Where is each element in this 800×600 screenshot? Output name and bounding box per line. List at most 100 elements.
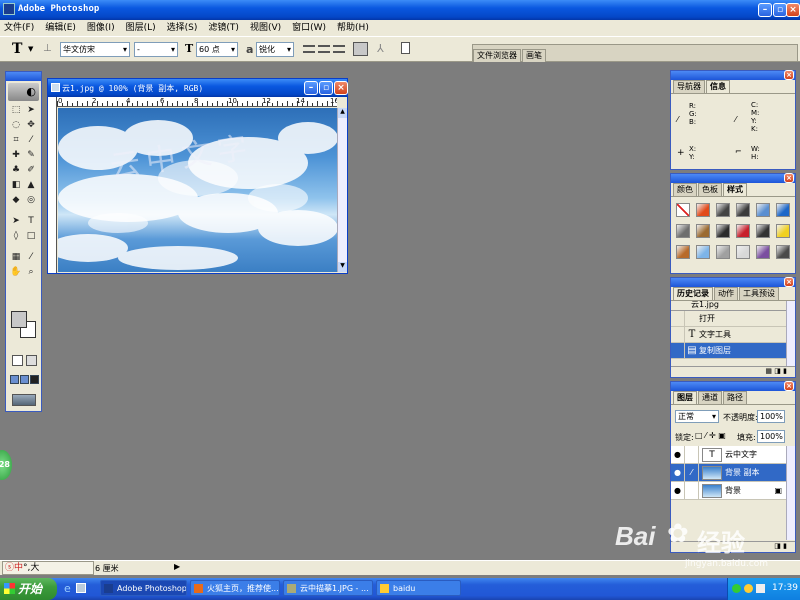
font-size-select[interactable]: 60 点 ▾ xyxy=(196,42,238,57)
ime-toolbar[interactable]: ⓢ中°,大 xyxy=(2,561,94,575)
tray-icon[interactable] xyxy=(732,584,741,593)
style-swatch[interactable] xyxy=(776,224,790,238)
palette-close-button[interactable]: × xyxy=(784,277,794,287)
font-style-select[interactable]: - ▾ xyxy=(134,42,178,57)
style-swatch[interactable] xyxy=(716,224,730,238)
jump-to-imageready-icon[interactable] xyxy=(12,394,36,406)
palette-tab[interactable]: 样式 xyxy=(723,183,747,196)
taskbar-button[interactable]: Adobe Photoshop xyxy=(100,580,187,596)
opacity-input[interactable]: 100% xyxy=(757,410,785,423)
canvas-image[interactable]: 云中文字 xyxy=(58,108,337,272)
tray-icon[interactable] xyxy=(756,584,765,593)
quickmask-mode-icon[interactable] xyxy=(26,355,37,366)
adobe-logo-icon[interactable]: ◐ xyxy=(8,83,39,101)
start-button[interactable]: 开始 xyxy=(0,578,57,600)
tool-button[interactable]: ➤ xyxy=(24,103,38,117)
screen-mode-2-icon[interactable] xyxy=(20,375,29,384)
status-arrow-icon[interactable]: ▶ xyxy=(174,562,180,571)
tool-button[interactable]: ✥ xyxy=(24,118,38,132)
palette-tab[interactable]: 图层 xyxy=(673,391,697,404)
palette-well-tab[interactable]: 画笔 xyxy=(522,49,546,62)
tool-button[interactable]: ⌕ xyxy=(24,265,38,279)
eye-icon[interactable]: ● xyxy=(671,464,685,481)
taskbar-button[interactable]: 云中描摹1.JPG - ... xyxy=(283,580,373,596)
maximize-button[interactable]: ▫ xyxy=(773,3,787,17)
menu-item-3[interactable]: 图层(L) xyxy=(126,23,156,33)
standard-mode-icon[interactable] xyxy=(12,355,23,366)
palette-close-button[interactable]: × xyxy=(784,70,794,80)
palette-tab[interactable]: 历史记录 xyxy=(673,287,713,300)
doc-maximize-button[interactable]: ▫ xyxy=(319,81,333,95)
tool-button[interactable]: ✐ xyxy=(24,163,38,177)
palette-close-button[interactable]: × xyxy=(784,173,794,183)
style-swatch[interactable] xyxy=(756,224,770,238)
brush-icon[interactable]: ⁄ xyxy=(685,464,699,481)
tool-button[interactable]: ⁄ xyxy=(24,133,38,147)
quicklaunch-desktop-icon[interactable] xyxy=(76,583,86,593)
minimize-button[interactable]: – xyxy=(758,3,772,17)
tool-button[interactable]: ▲ xyxy=(24,178,38,192)
tool-button[interactable]: □ xyxy=(24,229,38,243)
tool-button[interactable]: ⁄ xyxy=(24,250,38,264)
palette-tab[interactable]: 工具预设 xyxy=(739,287,779,300)
style-swatch[interactable] xyxy=(776,245,790,259)
eye-icon[interactable]: ● xyxy=(671,482,685,499)
history-scrollbar[interactable] xyxy=(786,301,795,366)
tool-button[interactable]: ✋ xyxy=(9,265,23,279)
menu-item-8[interactable]: 帮助(H) xyxy=(337,23,369,33)
menu-item-5[interactable]: 滤镜(T) xyxy=(208,23,239,33)
palette-tab[interactable]: 导航器 xyxy=(673,80,705,93)
menu-item-4[interactable]: 选择(S) xyxy=(167,23,198,33)
style-swatch[interactable] xyxy=(696,224,710,238)
tool-button[interactable]: ◌ xyxy=(9,118,23,132)
style-swatch[interactable] xyxy=(676,245,690,259)
style-swatch[interactable] xyxy=(676,224,690,238)
tool-button[interactable]: ⌗ xyxy=(9,133,23,147)
palette-tab[interactable]: 路径 xyxy=(723,391,747,404)
align-left-icon[interactable] xyxy=(303,45,315,53)
style-swatch[interactable] xyxy=(756,203,770,217)
tray-icon[interactable] xyxy=(744,584,753,593)
style-swatch[interactable] xyxy=(736,245,750,259)
palette-tab[interactable]: 通道 xyxy=(698,391,722,404)
lock-icons[interactable]: □ ⁄ ✛ ▣ xyxy=(695,431,726,440)
taskbar-button[interactable]: 火狐主页，推荐使... xyxy=(190,580,280,596)
menu-item-2[interactable]: 图像(I) xyxy=(87,23,115,33)
style-swatch[interactable] xyxy=(776,203,790,217)
quicklaunch-ie-icon[interactable]: e xyxy=(64,582,71,595)
style-swatch[interactable] xyxy=(716,245,730,259)
toolbox-titlebar[interactable] xyxy=(6,72,41,81)
font-family-select[interactable]: 华文仿宋 ▾ xyxy=(60,42,130,57)
menu-item-7[interactable]: 窗口(W) xyxy=(292,23,326,33)
palette-tab[interactable]: 颜色 xyxy=(673,183,697,196)
tool-button[interactable]: ◧ xyxy=(9,178,23,192)
warp-text-icon[interactable]: ⅄ xyxy=(377,42,384,55)
menu-item-0[interactable]: 文件(F) xyxy=(4,23,34,33)
screen-mode-3-icon[interactable] xyxy=(30,375,39,384)
palette-titlebar[interactable]: × xyxy=(671,173,795,183)
tool-preset-arrow-icon[interactable]: ▼ xyxy=(28,45,33,53)
history-brush-slot[interactable] xyxy=(671,343,685,358)
scroll-up-icon[interactable]: ▲ xyxy=(338,108,347,118)
close-button[interactable]: × xyxy=(786,3,800,17)
palette-tab[interactable]: 色板 xyxy=(698,183,722,196)
align-center-icon[interactable] xyxy=(318,45,330,53)
text-color-swatch[interactable] xyxy=(353,42,368,56)
style-swatch[interactable] xyxy=(736,203,750,217)
tool-button[interactable]: ▦ xyxy=(9,250,23,264)
tool-button[interactable]: ◆ xyxy=(9,193,23,207)
doc-minimize-button[interactable]: – xyxy=(304,81,318,95)
document-titlebar[interactable]: 云1.jpg @ 100% (背景 副本, RGB) – ▫ × xyxy=(48,79,348,97)
tool-button[interactable]: T xyxy=(24,214,38,228)
palette-tab[interactable]: 信息 xyxy=(706,80,730,93)
align-right-icon[interactable] xyxy=(333,45,345,53)
trash-icon[interactable]: ▮ xyxy=(783,367,787,375)
history-brush-slot[interactable] xyxy=(671,311,685,326)
palette-titlebar[interactable]: × xyxy=(671,70,795,80)
menu-item-6[interactable]: 视图(V) xyxy=(250,23,281,33)
eye-icon[interactable]: ● xyxy=(671,446,685,463)
palette-tab[interactable]: 动作 xyxy=(714,287,738,300)
tool-button[interactable]: ♣ xyxy=(9,163,23,177)
history-item[interactable]: ▤ 复制图层 xyxy=(671,343,786,359)
foreground-color[interactable] xyxy=(11,311,27,328)
